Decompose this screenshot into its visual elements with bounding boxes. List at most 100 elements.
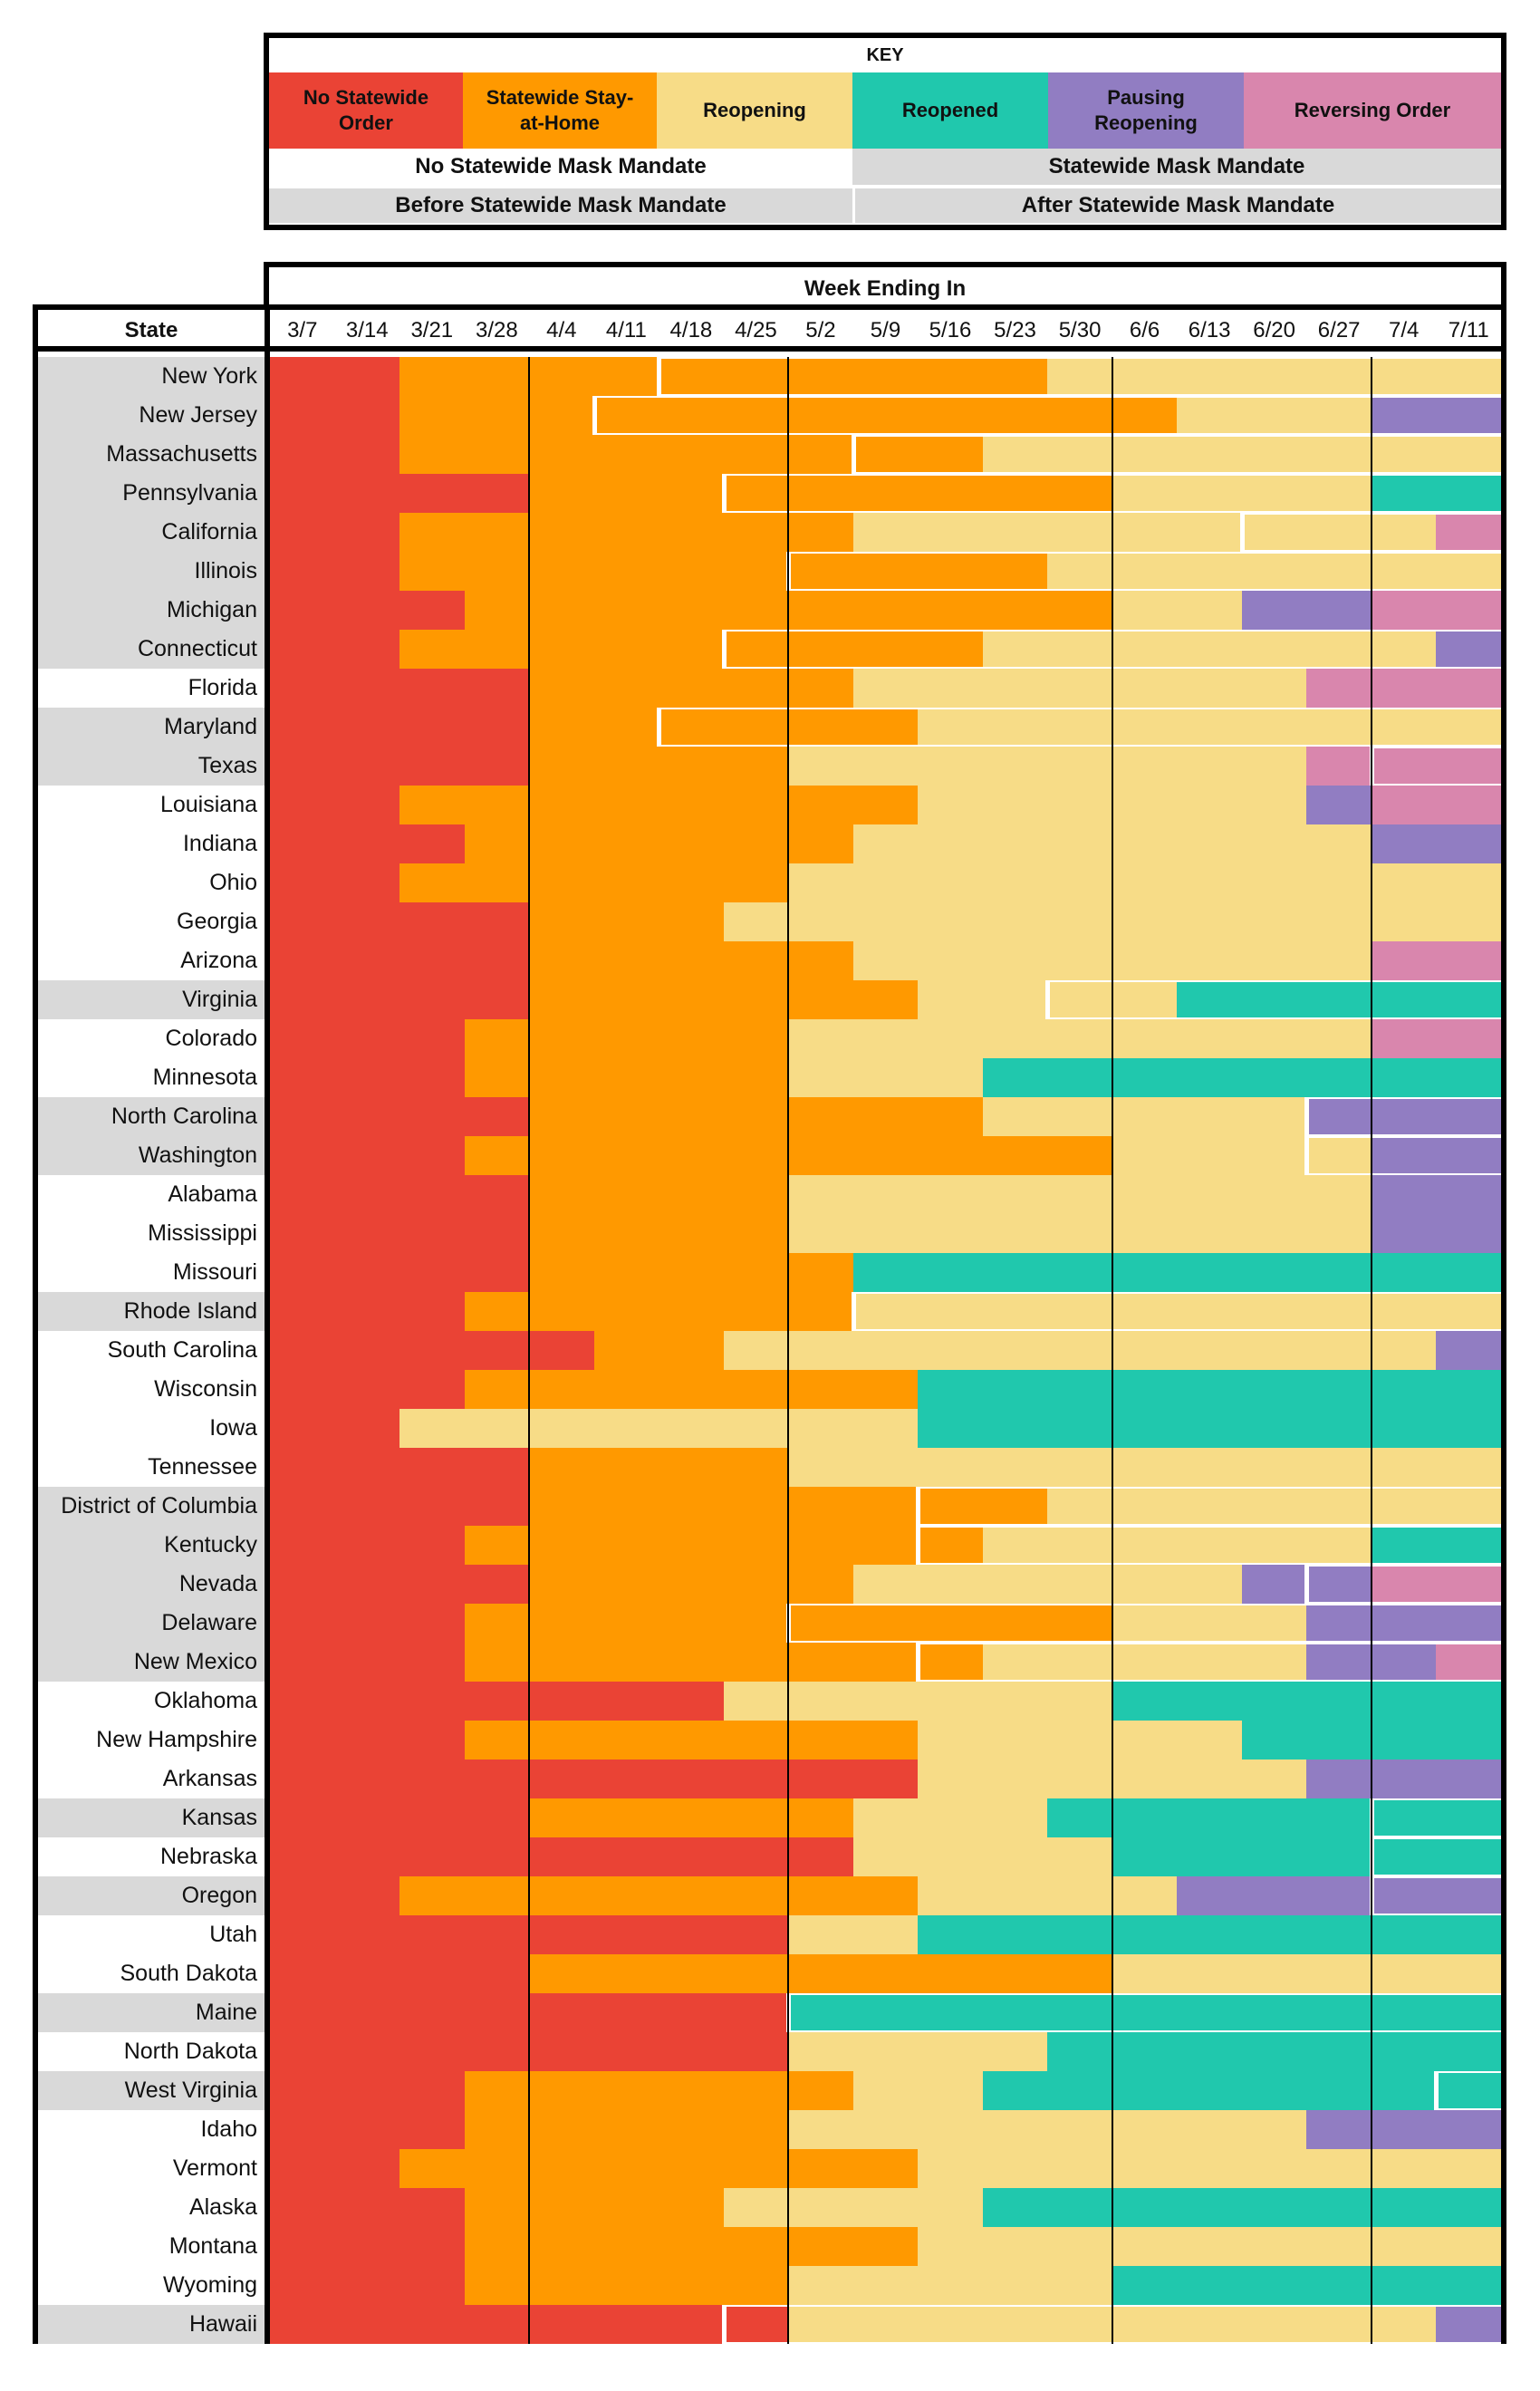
legend-item-pausing-reopening: Pausing Reopening — [1048, 72, 1244, 149]
status-segment-reopening — [918, 2227, 1502, 2266]
mask-mandate-outline — [851, 435, 1501, 474]
state-label: Washington — [38, 1136, 265, 1175]
status-segment-pausing-reopening — [1241, 591, 1372, 630]
mask-mandate-outline — [786, 1993, 1501, 2032]
status-segment-statewide-stay-at-home — [399, 863, 789, 902]
status-segment-no-statewide-order — [270, 1136, 466, 1175]
state-label: Connecticut — [38, 630, 265, 669]
status-segment-reopening — [788, 2266, 1113, 2305]
status-segment-no-statewide-order — [270, 1019, 466, 1058]
status-segment-pausing-reopening — [1306, 1760, 1502, 1798]
status-segment-statewide-stay-at-home — [529, 1214, 789, 1253]
status-segment-reopened — [982, 2071, 1502, 2110]
status-segment-no-statewide-order — [270, 357, 400, 396]
month-divider-line — [1111, 357, 1113, 2344]
month-divider-line — [528, 357, 531, 2344]
week-label: 3/21 — [410, 318, 454, 342]
state-label: Utah — [209, 1922, 257, 1947]
state-label: Texas — [38, 747, 265, 786]
state-label: Arizona — [180, 948, 257, 973]
status-segment-reopened — [918, 1915, 1502, 1954]
status-segment-no-statewide-order — [270, 2188, 466, 2227]
state-label: Kentucky — [38, 1526, 265, 1565]
mask-mandate-outline — [786, 552, 1501, 591]
status-segment-statewide-stay-at-home — [529, 747, 789, 786]
status-segment-statewide-stay-at-home — [593, 1331, 725, 1370]
status-segment-no-statewide-order — [270, 863, 400, 902]
status-segment-no-statewide-order — [270, 1604, 466, 1643]
status-segment-statewide-stay-at-home — [529, 1448, 789, 1487]
state-label: Michigan — [38, 591, 265, 630]
status-segment-no-statewide-order — [270, 630, 400, 669]
state-label: Minnesota — [152, 1065, 257, 1090]
state-column-divider — [265, 310, 270, 2338]
month-divider-line — [1370, 357, 1372, 2344]
status-segment-no-statewide-order — [270, 1370, 466, 1409]
state-status-table: State 3/7 3/14 3/21 3/28 4/4 4/11 4/18 4/25 5/2 5… — [33, 304, 1506, 2344]
legend-before-mask-mandate: Before Statewide Mask Mandate — [269, 187, 852, 223]
status-segment-no-statewide-order — [270, 591, 466, 630]
state-label: Alaska — [188, 2194, 257, 2220]
mask-mandate-outline — [916, 1643, 1501, 1682]
week-label: 4/25 — [735, 318, 777, 342]
state-label: Montana — [168, 2233, 257, 2259]
legend-key: KEY No Statewide Mask Mandate Statewide … — [264, 33, 1506, 230]
mask-mandate-outline — [916, 1487, 1501, 1526]
status-segment-no-statewide-order — [270, 1292, 466, 1331]
state-label: New Mexico — [38, 1643, 265, 1682]
week-label: 6/13 — [1188, 318, 1231, 342]
status-segment-reopening — [788, 2110, 1307, 2149]
status-segment-reopening — [723, 1331, 1437, 1370]
status-segment-no-statewide-order — [270, 980, 530, 1019]
status-segment-reopening — [852, 2071, 984, 2110]
status-segment-no-statewide-order — [270, 1409, 400, 1448]
status-segment-statewide-stay-at-home — [529, 1253, 854, 1292]
legend-mask-mandate: Statewide Mask Mandate — [852, 149, 1501, 185]
status-segment-statewide-stay-at-home — [464, 2188, 725, 2227]
legend-label: Reversing Order — [1294, 99, 1451, 121]
status-segment-no-statewide-order — [270, 552, 400, 591]
mask-mandate-outline — [1369, 1837, 1501, 1876]
status-segment-pausing-reopening — [1371, 1175, 1502, 1214]
status-segment-no-statewide-order — [270, 1643, 466, 1682]
status-segment-no-statewide-order — [270, 1954, 530, 1993]
week-label: 7/11 — [1448, 318, 1489, 342]
state-label: Wisconsin — [154, 1376, 257, 1402]
status-segment-statewide-stay-at-home — [399, 2149, 919, 2188]
legend-label: Statewide Stay-at-Home — [486, 86, 634, 134]
status-segment-reopening — [852, 1565, 1243, 1604]
state-label: Missouri — [172, 1259, 257, 1285]
mask-mandate-outline — [1369, 1876, 1501, 1915]
state-label: California — [38, 513, 265, 552]
state-label: Georgia — [177, 909, 257, 934]
status-segment-reopening — [1112, 591, 1243, 630]
status-segment-reopening — [788, 1019, 1372, 1058]
status-segment-no-statewide-order — [270, 474, 530, 513]
status-segment-statewide-stay-at-home — [399, 513, 854, 552]
status-segment-no-statewide-order — [270, 941, 530, 980]
state-label: Kansas — [38, 1798, 265, 1837]
state-label: Arkansas — [162, 1766, 257, 1791]
state-label: Louisiana — [159, 792, 257, 817]
status-segment-statewide-stay-at-home — [464, 1058, 789, 1097]
state-label: Virginia — [38, 980, 265, 1019]
status-segment-no-statewide-order — [270, 513, 400, 552]
status-segment-statewide-stay-at-home — [529, 1954, 1113, 1993]
status-segment-reopening — [852, 669, 1307, 708]
state-label: Alabama — [168, 1181, 257, 1207]
week-label: 4/11 — [605, 318, 647, 342]
state-label: Oklahoma — [154, 1688, 257, 1713]
state-label: Nevada — [38, 1565, 265, 1604]
status-grid: New York New Jersey Massachusetts Pennsylva… — [38, 357, 1502, 2344]
status-segment-statewide-stay-at-home — [464, 2071, 854, 2110]
state-label: Colorado — [165, 1026, 257, 1051]
status-segment-statewide-stay-at-home — [529, 1175, 789, 1214]
legend-title: KEY — [866, 44, 904, 65]
status-segment-no-statewide-order — [270, 435, 400, 474]
legend-item-reopening: Reopening — [657, 72, 852, 149]
week-label: 6/20 — [1253, 318, 1295, 342]
week-label: 6/6 — [1129, 318, 1160, 342]
status-segment-statewide-stay-at-home — [464, 1370, 919, 1409]
status-segment-reopening — [723, 2188, 984, 2227]
legend-item-statewide-stay-at-home: Statewide Stay-at-Home — [463, 72, 657, 149]
